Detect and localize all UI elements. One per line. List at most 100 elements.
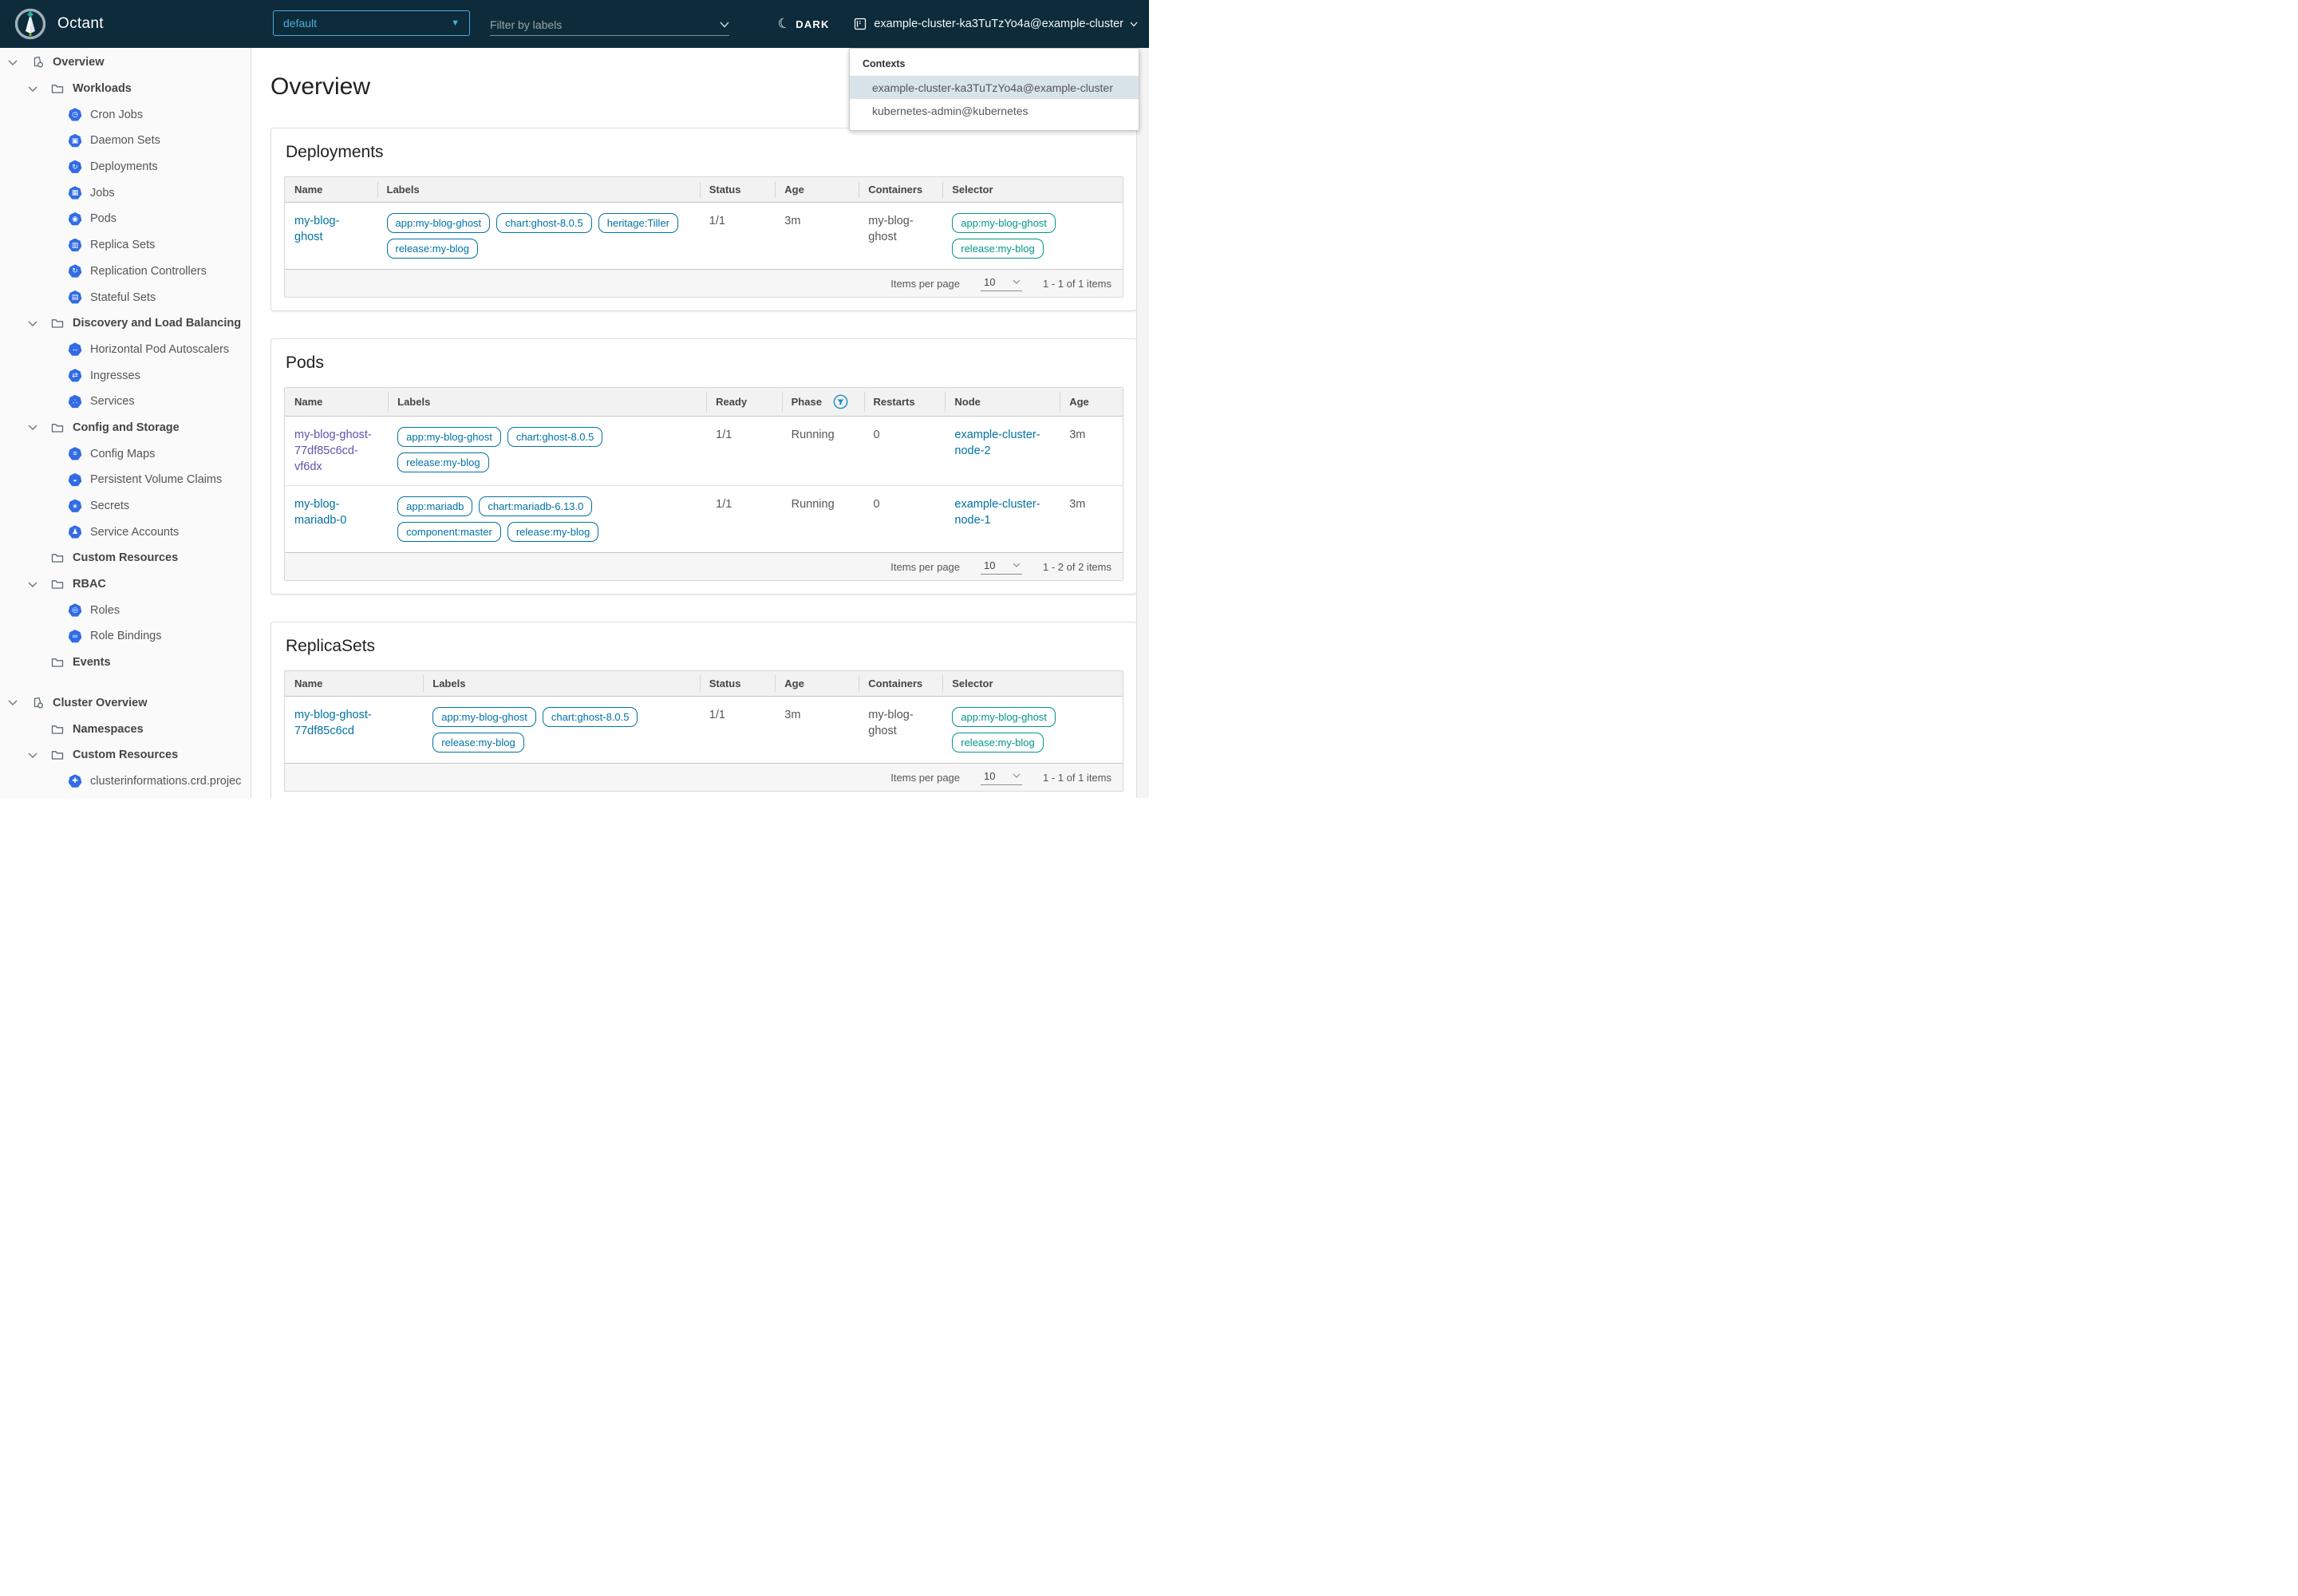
sidebar-item-persistent-volume-claims[interactable]: ◒Persistent Volume Claims (0, 467, 251, 493)
k8s-resource-icon: ▤ (68, 290, 82, 305)
sidebar-item-jobs[interactable]: ▦Jobs (0, 180, 251, 206)
sidebar-item-roles[interactable]: ◎Roles (0, 597, 251, 623)
node-link[interactable]: example-cluster-node-1 (954, 498, 1040, 527)
items-per-page-label: Items per page (890, 772, 960, 784)
sidebar-item-daemon-sets[interactable]: ▣Daemon Sets (0, 128, 251, 154)
caret-spacer (26, 723, 39, 736)
selector-tag[interactable]: release:my-blog (952, 239, 1044, 259)
sidebar-item-namespaces[interactable]: Namespaces (0, 716, 251, 742)
pods-card: Pods Name Labels Ready Phase Restarts No… (270, 338, 1137, 595)
sidebar-item-config-and-storage[interactable]: Config and Storage (0, 415, 251, 441)
selector-tag[interactable]: app:my-blog-ghost (952, 213, 1056, 233)
sidebar-item-services[interactable]: ∴Services (0, 389, 251, 415)
chevron-down-icon[interactable] (6, 56, 19, 69)
label-tag[interactable]: component:master (397, 522, 501, 542)
sidebar-item-label: Ingresses (90, 369, 140, 382)
label-tag[interactable]: heritage:Tiller (598, 213, 678, 233)
folder-icon (50, 316, 65, 330)
labels-filter-input[interactable]: Filter by labels (490, 14, 729, 36)
chevron-down-icon[interactable] (26, 421, 39, 434)
table-row: my-blog-ghost-77df85c6cd app:my-blog-gho… (285, 697, 1123, 763)
theme-toggle[interactable]: ☾ DARK (778, 0, 830, 48)
label-tag[interactable]: chart:ghost-8.0.5 (507, 427, 603, 447)
resource-link[interactable]: my-blog-ghost (294, 215, 339, 243)
selector-tag[interactable]: app:my-blog-ghost (952, 707, 1056, 727)
label-tag[interactable]: release:my-blog (387, 239, 479, 259)
sidebar-item-label: Config Maps (90, 448, 155, 460)
sidebar-nav: OverviewWorkloads◷Cron Jobs▣Daemon Sets↻… (0, 48, 251, 798)
column-header-containers: Containers (859, 671, 942, 696)
chevron-down-icon[interactable] (26, 578, 39, 591)
label-tag[interactable]: chart:ghost-8.0.5 (543, 707, 638, 727)
sidebar-item-replica-sets[interactable]: ▥Replica Sets (0, 232, 251, 259)
sidebar-item-custom-resources[interactable]: Custom Resources (0, 742, 251, 768)
label-tag[interactable]: app:my-blog-ghost (387, 213, 491, 233)
context-selector[interactable]: example-cluster-ka3TuTzYo4a@example-clus… (854, 0, 1138, 48)
resource-link[interactable]: my-blog-mariadb-0 (294, 498, 346, 527)
label-tag[interactable]: app:my-blog-ghost (397, 427, 501, 447)
card-title: ReplicaSets (286, 637, 1123, 656)
restarts-cell: 0 (864, 417, 946, 485)
selector-tag[interactable]: release:my-blog (952, 733, 1044, 753)
chevron-down-icon (1130, 22, 1138, 27)
phase-cell: Running (782, 486, 864, 552)
resource-link[interactable]: my-blog-ghost-77df85c6cd-vf6dx (294, 429, 372, 473)
chevron-down-icon[interactable] (6, 697, 19, 709)
context-menu-item[interactable]: example-cluster-ka3TuTzYo4a@example-clus… (850, 76, 1139, 99)
chevron-down-icon[interactable] (26, 749, 39, 761)
label-tag[interactable]: chart:mariadb-6.13.0 (479, 496, 592, 516)
containers-cell: my-blog-ghost (859, 697, 942, 763)
labels-cell: app:my-blog-ghost chart:ghost-8.0.5 releas… (388, 417, 706, 485)
sidebar-item-deployments[interactable]: ↻Deployments (0, 154, 251, 180)
sidebar-item-cron-jobs[interactable]: ◷Cron Jobs (0, 101, 251, 128)
sidebar-item-overview[interactable]: Overview (0, 49, 251, 76)
table-footer: Items per page 10 1 - 1 of 1 items (285, 763, 1123, 791)
label-tag[interactable]: app:my-blog-ghost (432, 707, 536, 727)
label-tag[interactable]: release:my-blog (432, 733, 524, 753)
ready-cell: 1/1 (706, 417, 782, 485)
chevron-down-icon[interactable] (26, 317, 39, 330)
context-menu-item[interactable]: kubernetes-admin@kubernetes (850, 99, 1139, 122)
sidebar-item-clusterinformations-crd-projec[interactable]: ✚clusterinformations.crd.projec (0, 768, 251, 795)
sidebar-item-replication-controllers[interactable]: ↻Replication Controllers (0, 259, 251, 285)
pagination-range: 1 - 2 of 2 items (1043, 561, 1111, 573)
moon-icon: ☾ (776, 14, 792, 33)
column-header-containers: Containers (859, 177, 942, 202)
sidebar-item-stateful-sets[interactable]: ▤Stateful Sets (0, 284, 251, 310)
sidebar-item-role-bindings[interactable]: ∞Role Bindings (0, 623, 251, 650)
status-cell: 1/1 (700, 697, 776, 763)
resource-link[interactable]: my-blog-ghost-77df85c6cd (294, 709, 372, 737)
column-header-name: Name (285, 177, 377, 202)
chevron-down-icon[interactable] (26, 82, 39, 95)
node-link[interactable]: example-cluster-node-2 (954, 429, 1040, 457)
namespace-select[interactable]: default ▼ (273, 10, 470, 36)
sidebar-item-custom-resources[interactable]: Custom Resources (0, 545, 251, 571)
theme-label: DARK (796, 18, 829, 30)
vertical-scrollbar[interactable] (1136, 48, 1149, 798)
sidebar-item-workloads[interactable]: Workloads (0, 76, 251, 102)
label-tag[interactable]: release:my-blog (507, 522, 599, 542)
filter-icon[interactable] (833, 394, 848, 409)
sidebar-item-discovery-and-load-balancing[interactable]: Discovery and Load Balancing (0, 310, 251, 337)
sidebar-item-label: Deployments (90, 160, 158, 173)
sidebar-item-label: RBAC (73, 578, 106, 591)
page-size-select[interactable]: 10 (981, 770, 1022, 785)
page-size-select[interactable]: 10 (981, 276, 1022, 291)
sidebar-item-config-maps[interactable]: ≡Config Maps (0, 440, 251, 467)
label-tag[interactable]: release:my-blog (397, 452, 489, 472)
sidebar-item-secrets[interactable]: ∗Secrets (0, 493, 251, 519)
sidebar-item-pods[interactable]: ◉Pods (0, 206, 251, 232)
column-header-age: Age (775, 671, 859, 696)
sidebar-item-cluster-overview[interactable]: Cluster Overview (0, 690, 251, 717)
sidebar-item-label: Cron Jobs (90, 109, 143, 121)
phase-cell: Running (782, 417, 864, 485)
sidebar-item-ingresses[interactable]: ⇄Ingresses (0, 362, 251, 389)
page-size-select[interactable]: 10 (981, 559, 1022, 575)
sidebar-item-csidrivers-csi-storage-k8s-io[interactable]: ✚csidrivers.csi.storage.k8s.io (0, 794, 251, 798)
label-tag[interactable]: chart:ghost-8.0.5 (496, 213, 592, 233)
sidebar-item-events[interactable]: Events (0, 650, 251, 676)
sidebar-item-horizontal-pod-autoscalers[interactable]: ↔Horizontal Pod Autoscalers (0, 337, 251, 363)
sidebar-item-service-accounts[interactable]: ♟Service Accounts (0, 519, 251, 545)
label-tag[interactable]: app:mariadb (397, 496, 472, 516)
sidebar-item-rbac[interactable]: RBAC (0, 571, 251, 598)
